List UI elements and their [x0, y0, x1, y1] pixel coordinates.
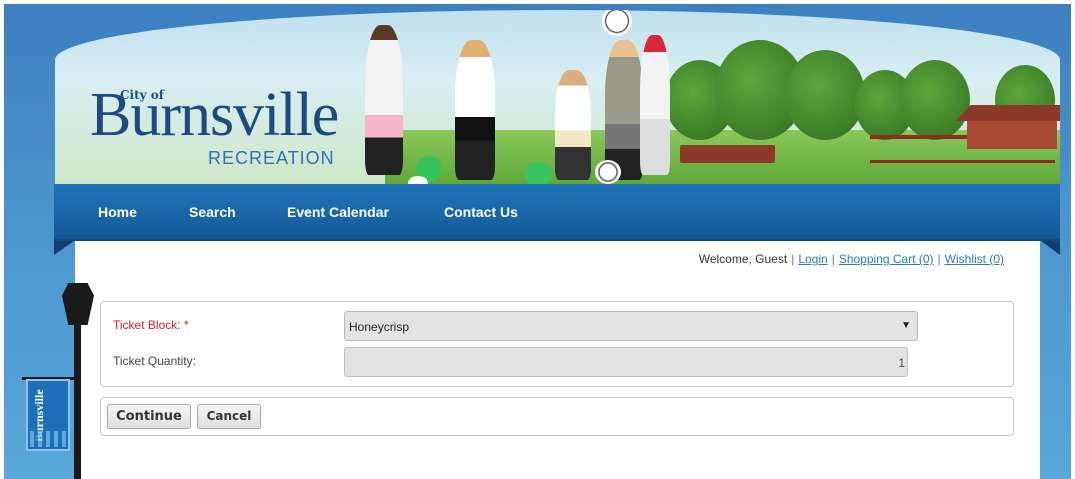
logo-city-of: City of: [120, 88, 164, 102]
ticket-block-value: Honeycrisp: [349, 320, 410, 334]
divider: |: [791, 252, 795, 266]
nav-fold-left: [54, 241, 74, 255]
main-nav: Home Search Event Calendar Contact Us: [54, 184, 1060, 241]
continue-button[interactable]: Continue: [107, 404, 191, 429]
park-pavilion: [955, 105, 1060, 150]
flag-wave: [30, 431, 66, 447]
login-link[interactable]: Login: [798, 252, 827, 266]
nav-event-calendar[interactable]: Event Calendar: [287, 204, 389, 220]
main-content: Welcome, Guest | Login | Shopping Cart (0) | W…: [75, 241, 1040, 479]
ticket-form: Ticket Block: * Honeycrisp ▼ Ticket Quan…: [100, 301, 1014, 387]
city-logo[interactable]: Burnsville City of RECREATION: [90, 78, 350, 173]
banner-photo-kids-soccer: [360, 10, 690, 184]
ticket-quantity-field[interactable]: 1: [344, 347, 908, 377]
header-banner: Burnsville City of RECREATION: [55, 10, 1060, 184]
form-actions: Continue Cancel: [100, 397, 1014, 436]
ticket-block-select[interactable]: Honeycrisp ▼: [344, 311, 918, 341]
shopping-cart-link[interactable]: Shopping Cart (0): [839, 252, 934, 266]
nav-search[interactable]: Search: [189, 204, 236, 220]
divider: |: [937, 252, 941, 266]
logo-subtitle: RECREATION: [208, 148, 335, 168]
wishlist-link[interactable]: Wishlist (0): [945, 252, 1004, 266]
burnsville-flag: Burnsville: [26, 379, 70, 451]
nav-contact-us[interactable]: Contact Us: [444, 204, 518, 220]
ticket-block-label: Ticket Block: *: [113, 318, 189, 332]
nav-fold-right: [1041, 241, 1060, 255]
divider: |: [831, 252, 835, 266]
nav-home[interactable]: Home: [98, 204, 137, 220]
dropdown-arrow-icon: ▼: [901, 320, 911, 331]
park-bench: [680, 145, 775, 163]
welcome-text: Welcome, Guest: [698, 252, 788, 266]
user-bar: Welcome, Guest | Login | Shopping Cart (0) | W…: [699, 252, 1004, 266]
ticket-quantity-label: Ticket Quantity:: [113, 354, 196, 368]
cancel-button[interactable]: Cancel: [197, 404, 261, 429]
